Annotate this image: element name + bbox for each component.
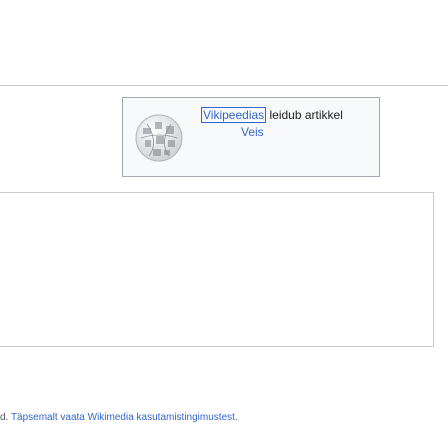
terms-of-use-link[interactable]: Täpsemalt vaata Wikimedia kasutamistingi… [11, 412, 238, 423]
wikipedia-link[interactable]: Vikipeedias [201, 107, 267, 123]
empty-panel [0, 192, 434, 346]
notice-suffix: leidub artikkel [266, 108, 343, 122]
wikipedia-sister-box: Vikipeedias leidub artikkel Veis [122, 97, 380, 177]
footer-license: d. Täpsemalt vaata Wikimedia kasutamisti… [0, 412, 238, 423]
article-link-veis[interactable]: Veis [241, 125, 264, 139]
lower-divider [0, 346, 434, 347]
wikipedia-article-notice: Vikipeedias leidub artikkel [201, 107, 343, 123]
wikipedia-globe-icon [135, 114, 183, 162]
top-divider [0, 85, 448, 86]
footer-prefix: d. [0, 412, 11, 423]
